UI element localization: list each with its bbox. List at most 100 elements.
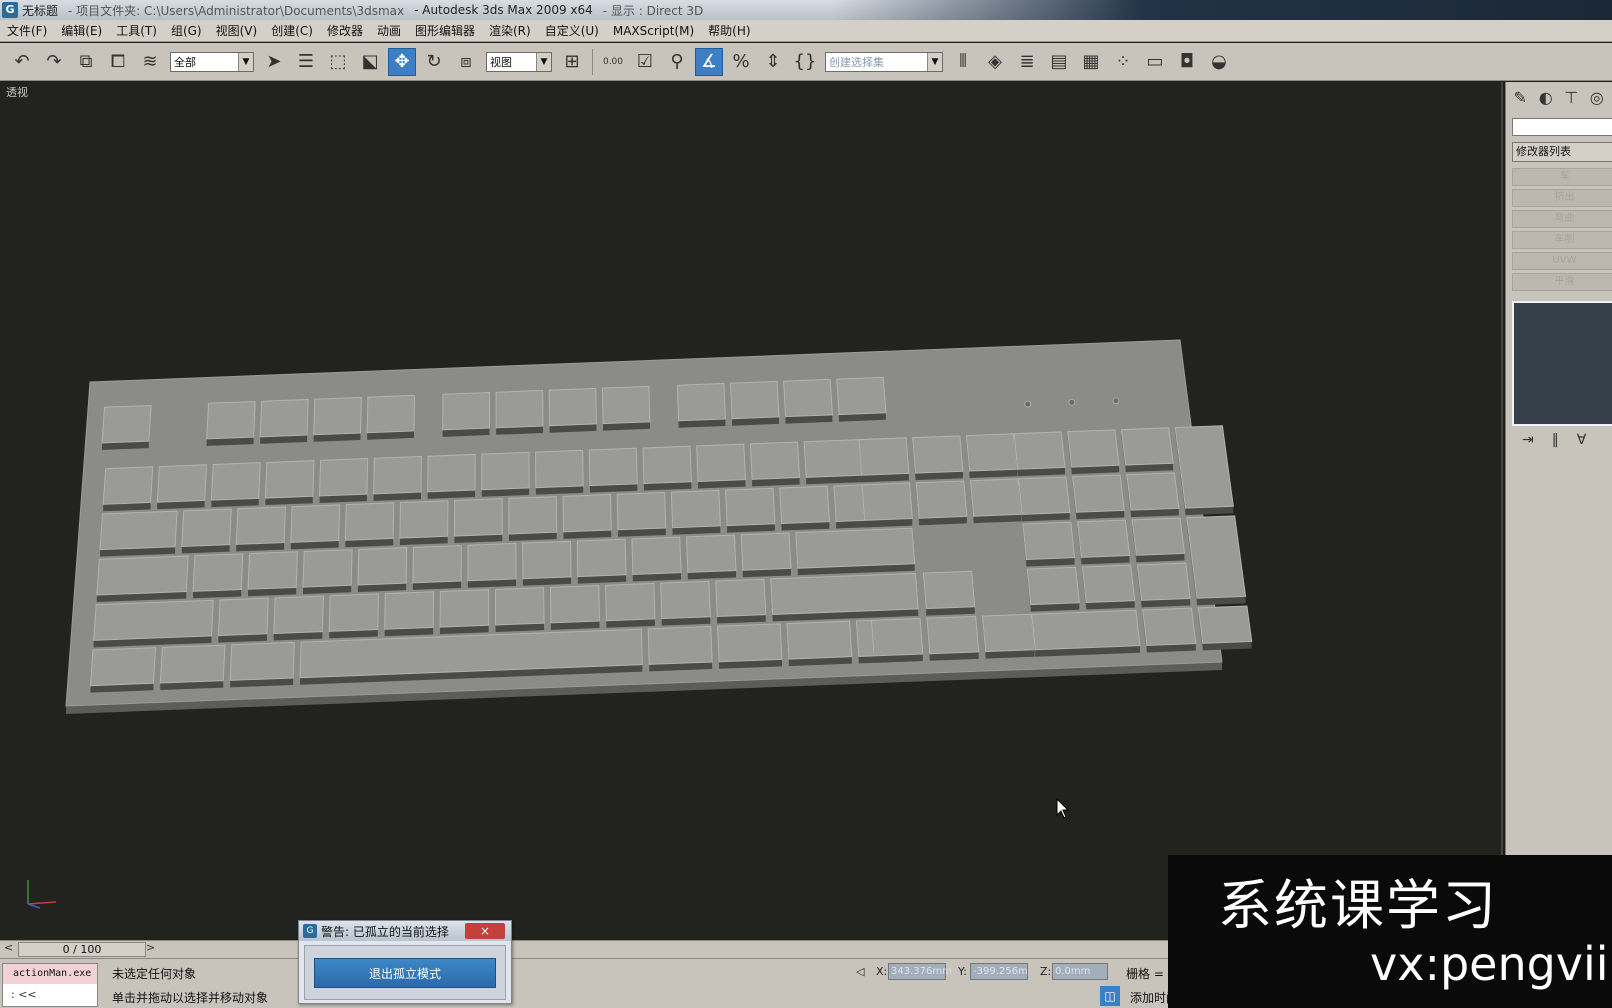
key-cap bbox=[795, 527, 916, 569]
edit-named-selection-icon[interactable]: {} bbox=[791, 48, 819, 76]
key-cap bbox=[259, 398, 309, 438]
perspective-viewport[interactable]: 透视 bbox=[0, 82, 1503, 940]
modifier-stack[interactable] bbox=[1512, 301, 1612, 426]
lock-selection-icon[interactable]: ◁ bbox=[856, 965, 864, 978]
bind-space-warp-icon[interactable]: ≋ bbox=[136, 48, 164, 76]
key-cap bbox=[981, 613, 1036, 653]
key-cap bbox=[217, 597, 269, 637]
dialog-close-button[interactable]: × bbox=[465, 923, 505, 939]
x-coordinate-field[interactable]: 343.376mm bbox=[888, 963, 952, 980]
key-cap bbox=[1126, 472, 1180, 511]
viewport-label[interactable]: 透视 bbox=[6, 84, 28, 100]
reference-coordinate-dropdown[interactable]: 视图 ▼ bbox=[486, 51, 552, 72]
menu-edit[interactable]: 编辑(E) bbox=[54, 22, 109, 39]
unlink-icon[interactable]: ⧠ bbox=[104, 48, 132, 76]
angle-snap-icon[interactable]: ∡ bbox=[695, 47, 723, 76]
material-editor-icon[interactable]: ⁘ bbox=[1109, 48, 1137, 76]
select-and-move-icon[interactable]: ✥ bbox=[388, 47, 416, 76]
named-selection-dropdown[interactable]: 创建选择集 ▼ bbox=[825, 51, 943, 72]
align-icon[interactable]: ◈ bbox=[981, 48, 1009, 76]
app-icon[interactable]: G bbox=[2, 2, 18, 18]
modifier-list-dropdown[interactable]: 修改器列表 bbox=[1512, 142, 1612, 162]
hierarchy-tab-icon[interactable]: ⊤ bbox=[1561, 86, 1582, 108]
add-time-tag-icon[interactable]: ◫ bbox=[1100, 986, 1120, 1006]
select-and-scale-icon[interactable]: ⧈ bbox=[452, 48, 480, 76]
render-setup-icon[interactable]: ▭ bbox=[1141, 48, 1169, 76]
maxscript-line-bottom[interactable]: : << bbox=[3, 984, 97, 1006]
key-cap bbox=[384, 591, 435, 630]
modifier-button[interactable]: UVW bbox=[1512, 252, 1612, 270]
key-cap bbox=[562, 493, 612, 533]
select-object-icon[interactable]: ➤ bbox=[260, 48, 288, 76]
keyboard-model[interactable] bbox=[0, 82, 1503, 940]
menu-modifiers[interactable]: 修改器 bbox=[320, 22, 370, 39]
select-and-rotate-icon[interactable]: ↻ bbox=[420, 48, 448, 76]
modifier-button[interactable]: 车 bbox=[1512, 168, 1612, 186]
pivot-center-icon[interactable]: ⊞ bbox=[558, 48, 586, 76]
create-tab-icon[interactable]: ✎ bbox=[1510, 86, 1531, 108]
menu-help[interactable]: 帮助(H) bbox=[701, 22, 757, 39]
quick-render-icon[interactable]: ◒ bbox=[1205, 48, 1233, 76]
mirror-icon[interactable]: ⫴ bbox=[949, 48, 977, 76]
menu-rendering[interactable]: 渲染(R) bbox=[482, 22, 538, 39]
rect-selection-region-icon[interactable]: ⬚ bbox=[324, 48, 352, 76]
key-cap bbox=[588, 447, 638, 487]
timeline-prev-arrow[interactable]: < bbox=[4, 941, 13, 954]
key-cap bbox=[550, 584, 600, 624]
key-cap bbox=[181, 508, 232, 548]
dialog-title: 警告: 已孤立的当前选择 bbox=[321, 924, 449, 939]
maxscript-line-top[interactable]: actionMan.exe bbox=[3, 964, 97, 984]
title-app-name: - Autodesk 3ds Max 2009 x64 bbox=[414, 3, 593, 17]
percent-snap-icon[interactable]: % bbox=[727, 48, 755, 76]
key-cap bbox=[601, 385, 651, 425]
key-cap bbox=[779, 485, 830, 525]
pin-stack-icon[interactable]: ⇥ bbox=[1522, 432, 1534, 448]
menu-graph-editors[interactable]: 图形编辑器 bbox=[408, 22, 482, 39]
modifier-button[interactable]: 弯曲 bbox=[1512, 210, 1612, 228]
selection-filter-dropdown[interactable]: 全部 ▼ bbox=[170, 51, 254, 72]
maxscript-listener[interactable]: actionMan.exe : << bbox=[2, 963, 98, 1007]
menu-animation[interactable]: 动画 bbox=[370, 22, 408, 39]
z-coordinate-field[interactable]: 0.0mm bbox=[1052, 963, 1108, 980]
key-cap bbox=[696, 443, 746, 482]
menu-views[interactable]: 视图(V) bbox=[209, 22, 265, 39]
modifier-button[interactable]: 车削 bbox=[1512, 231, 1612, 249]
modify-tab-icon[interactable]: ◐ bbox=[1536, 86, 1557, 108]
menu-create[interactable]: 创建(C) bbox=[264, 22, 320, 39]
manipulate-icon[interactable]: ☑ bbox=[631, 48, 659, 76]
snaps-toggle-icon[interactable]: ⚲ bbox=[663, 48, 691, 76]
rendered-frame-icon[interactable]: ◘ bbox=[1173, 48, 1201, 76]
key-cap bbox=[192, 553, 244, 592]
layer-manager-icon[interactable]: ≣ bbox=[1013, 48, 1041, 76]
key-cap bbox=[366, 394, 415, 434]
show-end-result-icon[interactable]: ‖ bbox=[1552, 432, 1559, 448]
motion-tab-icon[interactable]: ◎ bbox=[1587, 86, 1608, 108]
select-by-name-icon[interactable]: ☰ bbox=[292, 48, 320, 76]
key-cap bbox=[725, 487, 776, 527]
schematic-view-icon[interactable]: ▦ bbox=[1077, 48, 1105, 76]
menu-file[interactable]: 文件(F) bbox=[0, 22, 54, 39]
key-cap bbox=[676, 382, 726, 422]
object-name-field[interactable] bbox=[1512, 118, 1612, 136]
exit-isolation-button[interactable]: 退出孤立模式 bbox=[314, 958, 496, 988]
make-unique-icon[interactable]: ∀ bbox=[1577, 432, 1587, 448]
timeline-next-arrow[interactable]: > bbox=[146, 941, 155, 954]
menu-maxscript[interactable]: MAXScript(M) bbox=[606, 24, 701, 38]
modifier-button[interactable]: 挤出 bbox=[1512, 189, 1612, 207]
link-icon[interactable]: ⧉ bbox=[72, 48, 100, 76]
keyboard-shortcut-override-icon[interactable]: 0.00 bbox=[599, 48, 627, 76]
key-cap bbox=[210, 462, 261, 501]
menu-tools[interactable]: 工具(T) bbox=[109, 22, 164, 39]
undo-icon[interactable]: ↶ bbox=[8, 48, 36, 76]
modifier-button[interactable]: 平滑 bbox=[1512, 273, 1612, 291]
y-coordinate-field[interactable]: -399.256m bbox=[970, 963, 1028, 980]
key-cap bbox=[264, 460, 315, 499]
window-crossing-icon[interactable]: ⬕ bbox=[356, 48, 384, 76]
menu-customize[interactable]: 自定义(U) bbox=[538, 22, 606, 39]
spinner-snap-icon[interactable]: ⇕ bbox=[759, 48, 787, 76]
menu-group[interactable]: 组(G) bbox=[164, 22, 209, 39]
curve-editor-icon[interactable]: ▤ bbox=[1045, 48, 1073, 76]
time-slider[interactable]: 0 / 100 bbox=[18, 942, 146, 957]
redo-icon[interactable]: ↷ bbox=[40, 48, 68, 76]
3dsmax-window: G 无标题 - 项目文件夹: C:\Users\Administrator\Do… bbox=[0, 0, 1612, 1008]
